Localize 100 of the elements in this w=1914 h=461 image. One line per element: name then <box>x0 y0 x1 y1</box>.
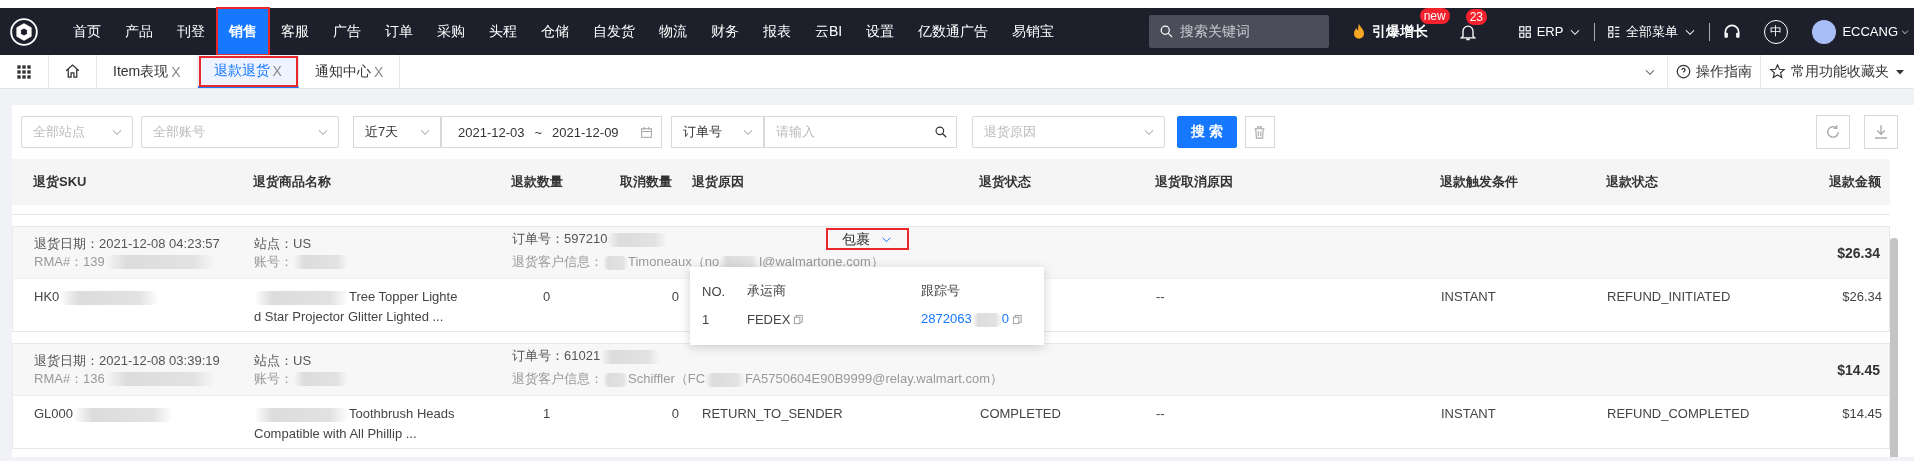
nav-item[interactable]: 报表 <box>751 8 803 55</box>
search-field[interactable]: 搜索关键词 <box>1148 15 1329 48</box>
column-header: 取消数量 <box>620 173 673 191</box>
customer-info: 退货客户信息： Schiffler（FC FA5750604E90B9999@relay.walmart.com） <box>512 370 1004 388</box>
account-label: 账号： <box>254 252 512 271</box>
nav-item[interactable]: 易销宝 <box>1000 8 1067 55</box>
tracking-link[interactable]: 2872063 0 <box>921 311 1009 327</box>
refund-quantity: 0 <box>541 288 552 306</box>
user-menu[interactable]: ECCANG <box>1842 24 1910 39</box>
redaction-blur <box>293 255 348 270</box>
product-name: Tree Topper Lighted Star Projector Glitter Lighted ... <box>254 288 459 326</box>
tab[interactable]: 退款退货 X <box>197 55 299 88</box>
cancel-quantity: 0 <box>670 405 680 423</box>
star-icon <box>1769 63 1786 80</box>
product-name: Toothbrush Heads Compatible with All Phillip ... <box>254 405 456 443</box>
account-label: 账号： <box>254 369 512 388</box>
group-total: $14.45 <box>1837 360 1881 379</box>
all-menu-button[interactable]: 全部菜单 <box>1607 22 1698 41</box>
copy-icon[interactable] <box>793 313 805 325</box>
redaction-blur <box>705 372 746 387</box>
nav-item[interactable]: 销售 <box>217 8 269 55</box>
menu-icon <box>1607 24 1622 39</box>
redaction-blur <box>600 349 661 364</box>
nav-item[interactable]: 首页 <box>61 8 113 55</box>
column-header: 退款触发条件 <box>1440 173 1519 191</box>
sku-cell: GL000 <box>13 404 254 424</box>
rma-number: RMA#：136 <box>34 369 254 388</box>
nav-item[interactable]: 云BI <box>803 8 855 55</box>
popover-header: 跟踪号 <box>921 282 961 300</box>
column-header: 退款状态 <box>1606 173 1659 191</box>
nav-item[interactable]: 订单 <box>373 8 425 55</box>
nav-item[interactable]: 物流 <box>647 8 699 55</box>
search-icon <box>1158 24 1174 39</box>
trash-icon <box>1252 124 1268 140</box>
group-total: $26.34 <box>1837 243 1881 262</box>
close-tab-button[interactable]: X <box>373 63 384 80</box>
popover-header: NO. <box>702 283 727 299</box>
refresh-icon <box>1824 123 1842 141</box>
apps-grid-icon[interactable] <box>16 63 32 80</box>
tab[interactable]: 通知中心 X <box>298 55 401 88</box>
column-header: 退款金额 <box>1828 173 1882 191</box>
return-status: COMPLETED <box>980 405 1062 423</box>
column-header: 退货取消原因 <box>1155 173 1234 191</box>
apps-icon <box>1517 24 1532 39</box>
return-reason: RETURN_TO_SENDER <box>701 405 844 423</box>
copy-icon[interactable] <box>1011 313 1023 325</box>
package-dropdown[interactable]: 包裹 <box>826 228 909 250</box>
column-header: 退货原因 <box>692 173 745 191</box>
nav-item[interactable]: 客服 <box>269 8 321 55</box>
favorites-menu[interactable]: 常用功能收藏夹 <box>1760 55 1914 88</box>
search-button[interactable]: 搜 索 <box>1177 116 1237 148</box>
tab[interactable]: Item表现 X <box>97 55 198 88</box>
period-select[interactable]: 近7天 <box>353 116 441 148</box>
rma-number: RMA#：139 <box>34 252 254 271</box>
cancel-reason: -- <box>1156 288 1166 306</box>
refund-trigger: INSTANT <box>1441 405 1497 423</box>
nav-item[interactable]: 自发货 <box>581 8 647 55</box>
refund-status: REFUND_INITIATED <box>1607 288 1732 306</box>
close-tab-button[interactable]: X <box>171 63 181 80</box>
nav-item[interactable]: 财务 <box>699 8 751 55</box>
avatar[interactable] <box>1812 19 1837 44</box>
download-icon <box>1872 123 1890 141</box>
cancel-reason: -- <box>1156 405 1166 423</box>
notification-badge: 23 <box>1465 8 1487 25</box>
return-date: 退货日期：2021-12-08 03:39:19 <box>34 351 221 370</box>
refund-status: REFUND_COMPLETED <box>1607 405 1751 423</box>
home-icon[interactable] <box>64 63 81 80</box>
refund-amount: $14.45 <box>1841 405 1883 423</box>
redaction-blur <box>293 372 348 387</box>
refund-amount: $26.34 <box>1841 288 1883 306</box>
column-header: 退货商品名称 <box>253 173 332 191</box>
guide-link[interactable]: 操作指南 <box>1667 55 1760 88</box>
date-range-field[interactable]: 2021-12-03 ~ 2021-12-09 <box>441 116 662 148</box>
nav-item[interactable]: 设置 <box>854 8 907 55</box>
calendar-icon <box>640 125 653 139</box>
nav-item[interactable]: 仓储 <box>529 8 581 55</box>
nav-item[interactable]: 头程 <box>477 8 529 55</box>
promo-link[interactable]: 引爆增长 <box>1371 22 1428 41</box>
redaction-blur <box>603 372 628 387</box>
order-number: 订单号：597210 <box>512 230 826 248</box>
nav-item[interactable]: 亿数通广告 <box>906 8 1001 55</box>
redaction-blur <box>603 255 628 270</box>
scrollbar[interactable] <box>1890 238 1898 457</box>
nav-item[interactable]: 广告 <box>321 8 373 55</box>
redaction-blur <box>971 312 1002 327</box>
erp-menu[interactable]: ERP <box>1517 24 1583 39</box>
nav-item[interactable]: 刊登 <box>165 8 217 55</box>
order-number: 订单号：61021 <box>512 347 826 365</box>
site-label: 站点：US <box>254 234 313 253</box>
sku-cell: HK0 <box>13 287 254 307</box>
column-header: 退货SKU <box>32 173 88 191</box>
nav-item[interactable]: 产品 <box>113 8 165 55</box>
redaction-blur <box>607 232 668 247</box>
order-type-select[interactable]: 订单号 <box>671 116 764 148</box>
logo-icon <box>10 17 38 46</box>
return-date: 退货日期：2021-12-08 04:23:57 <box>34 234 221 253</box>
nav-item[interactable]: 采购 <box>425 8 477 55</box>
carrier-name: FEDEX <box>747 311 791 327</box>
search-icon <box>934 125 948 139</box>
refund-trigger: INSTANT <box>1441 288 1497 306</box>
